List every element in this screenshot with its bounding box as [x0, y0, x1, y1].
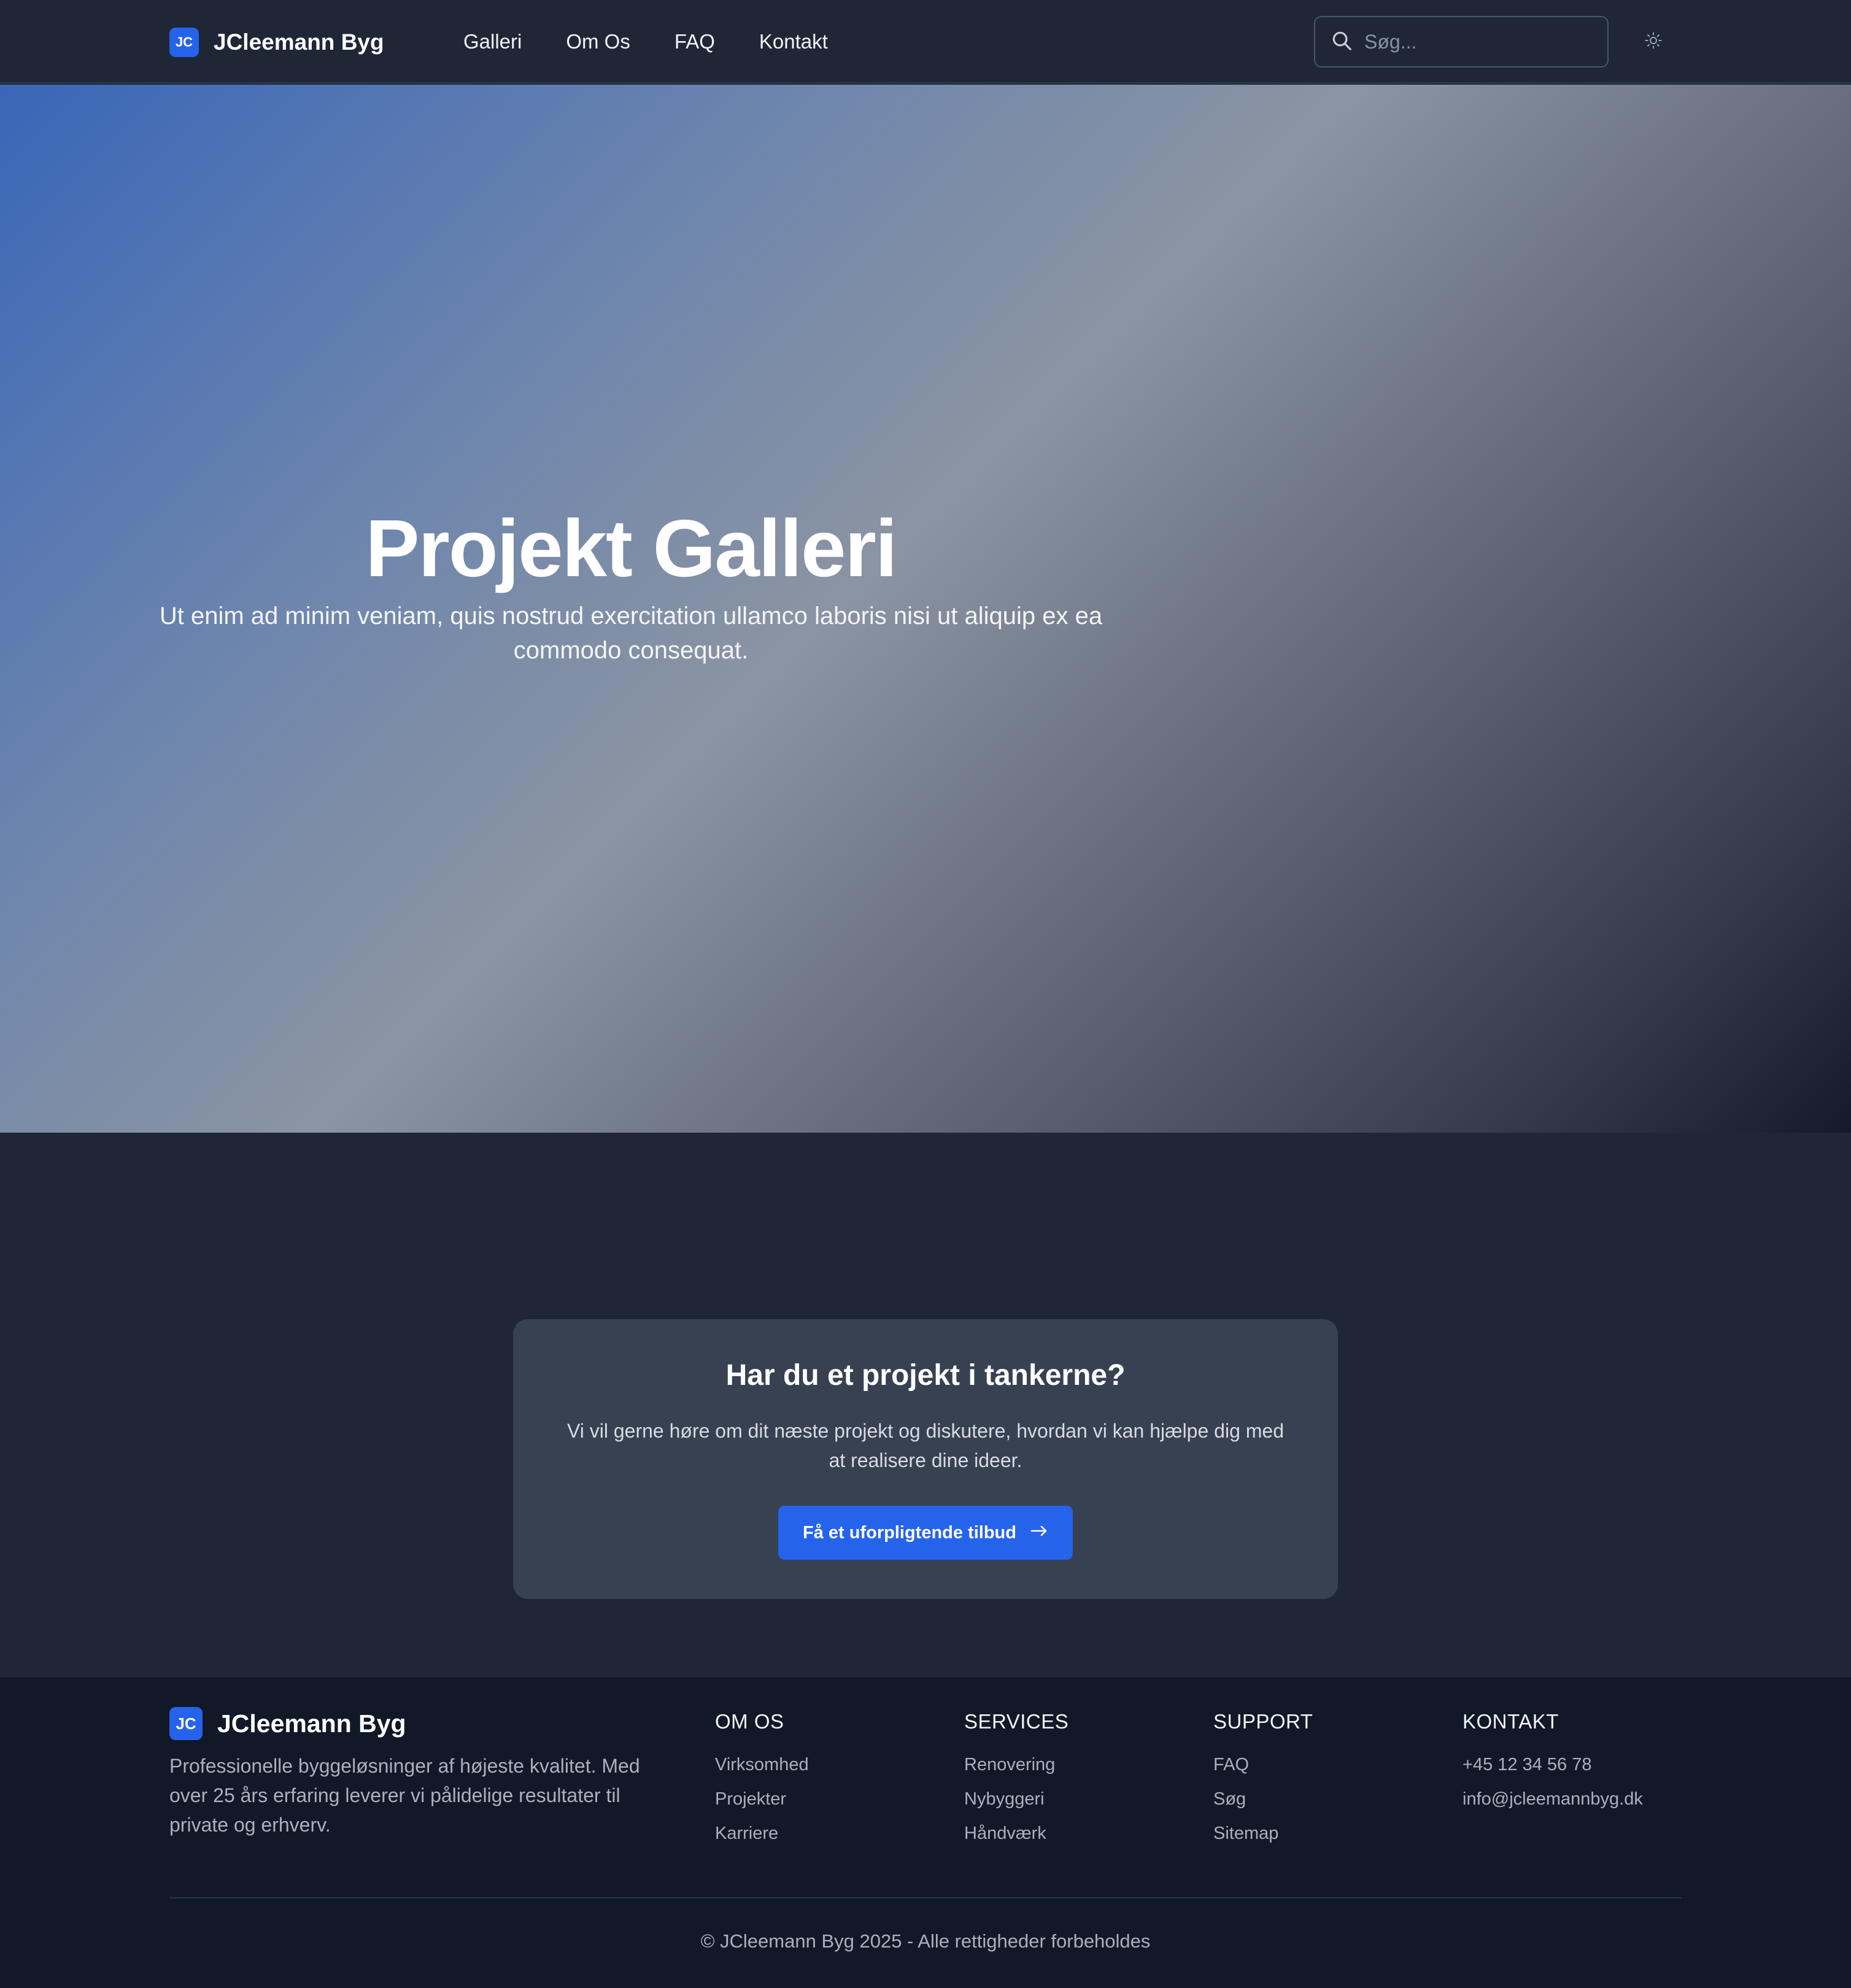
cta-title: Har du et projekt i tankerne?: [725, 1359, 1126, 1392]
footer-link-virksomhed[interactable]: Virksomhed: [715, 1747, 809, 1782]
footer-column-title: SUPPORT: [1213, 1710, 1313, 1733]
nav-link-om-os[interactable]: Om Os: [566, 30, 630, 53]
footer-column-title: KONTAKT: [1463, 1710, 1559, 1733]
footer-column-support: SUPPORT FAQ Søg Sitemap: [1213, 1707, 1313, 1851]
footer-column-title: SERVICES: [964, 1710, 1069, 1733]
footer-link-nybyggeri[interactable]: Nybyggeri: [964, 1782, 1068, 1816]
footer-link-faq[interactable]: FAQ: [1213, 1747, 1313, 1782]
footer-column-services: SERVICES Renovering Nybyggeri Håndværk: [964, 1707, 1068, 1851]
arrow-right-icon: [1030, 1523, 1048, 1543]
footer-divider: [169, 1897, 1682, 1898]
footer-description: Professionelle byggeløsninger af højeste…: [169, 1755, 640, 1836]
hero-subtitle: Ut enim ad minim veniam, quis nostrud ex…: [159, 603, 1103, 664]
page-title: Projekt Galleri: [365, 503, 897, 593]
site-header: JC JCleemann Byg Galleri Om Os FAQ Konta…: [0, 0, 1851, 83]
search-input[interactable]: Søg...: [1314, 16, 1609, 67]
logo-text: JCleemann Byg: [214, 29, 384, 55]
footer-column-title: OM OS: [715, 1710, 784, 1733]
footer-link-renovering[interactable]: Renovering: [964, 1747, 1068, 1782]
footer-link-handvaerk[interactable]: Håndværk: [964, 1816, 1068, 1851]
nav-link-kontakt[interactable]: Kontakt: [759, 30, 828, 53]
footer-logo[interactable]: JC JCleemann Byg: [169, 1707, 406, 1740]
main-nav: Galleri Om Os FAQ Kontakt: [463, 26, 828, 58]
footer-link-phone[interactable]: +45 12 34 56 78: [1463, 1747, 1643, 1782]
get-quote-button[interactable]: Få et uforpligtende tilbud: [778, 1506, 1073, 1560]
logo-badge: JC: [169, 28, 199, 57]
footer-column-kontakt: KONTAKT +45 12 34 56 78 info@jcleemannby…: [1463, 1707, 1643, 1816]
footer-logo-text: JCleemann Byg: [217, 1709, 406, 1738]
sun-icon: [1644, 31, 1663, 53]
footer-link-sitemap[interactable]: Sitemap: [1213, 1816, 1313, 1851]
nav-link-faq[interactable]: FAQ: [674, 30, 715, 53]
footer-link-projekter[interactable]: Projekter: [715, 1782, 809, 1816]
site-footer: JC JCleemann Byg Professionelle byggeløs…: [0, 1678, 1851, 1988]
footer-link-email[interactable]: info@jcleemannbyg.dk: [1463, 1782, 1643, 1816]
site-logo[interactable]: JC JCleemann Byg: [169, 27, 384, 58]
footer-copyright: © JCleemann Byg 2025 - Alle rettigheder …: [700, 1930, 1151, 1952]
search-icon: [1330, 29, 1353, 55]
nav-link-galleri[interactable]: Galleri: [463, 30, 522, 53]
footer-logo-badge: JC: [169, 1707, 203, 1740]
search-placeholder: Søg...: [1364, 30, 1417, 53]
footer-link-sog[interactable]: Søg: [1213, 1782, 1313, 1816]
hero-section: Projekt Galleri Ut enim ad minim veniam,…: [0, 85, 1851, 1133]
cta-text: Vi vil gerne høre om dit næste projekt o…: [566, 1420, 1284, 1471]
footer-link-karriere[interactable]: Karriere: [715, 1816, 809, 1851]
footer-column-om-os: OM OS Virksomhed Projekter Karriere: [715, 1707, 809, 1851]
cta-card: Har du et projekt i tankerne? Vi vil ger…: [513, 1319, 1338, 1599]
cta-button-label: Få et uforpligtende tilbud: [803, 1522, 1016, 1543]
theme-toggle-button[interactable]: [1641, 29, 1666, 54]
